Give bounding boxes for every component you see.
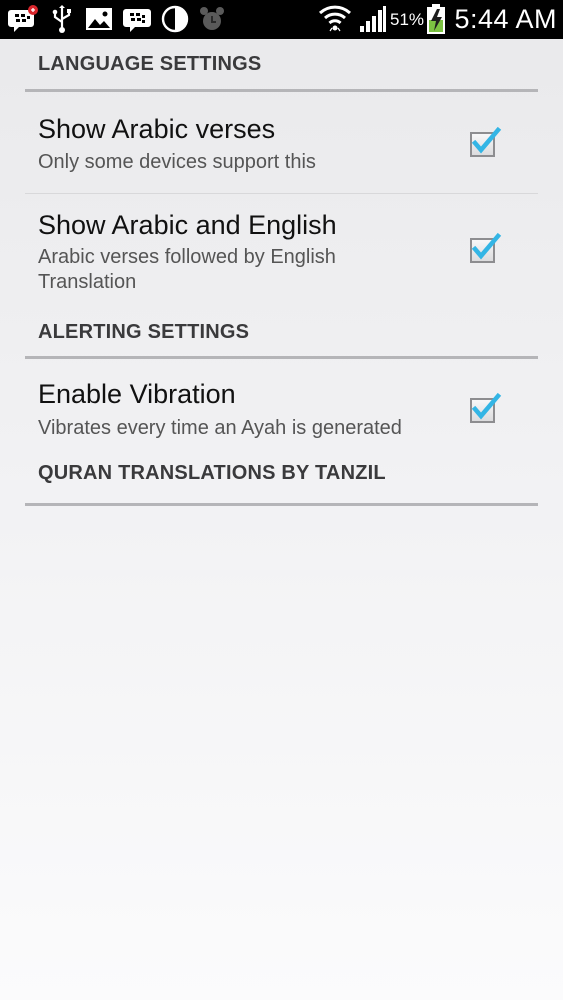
- pref-summary: Vibrates every time an Ayah is generated: [38, 417, 402, 439]
- settings-list: LANGUAGE SETTINGS Show Arabic verses Onl…: [0, 39, 563, 506]
- category-title: ALERTING SETTINGS: [38, 321, 250, 343]
- gallery-icon: [86, 8, 112, 30]
- clock: 5:44 AM: [454, 4, 557, 34]
- show-arabic-checkbox[interactable]: [470, 126, 502, 157]
- pref-summary: Arabic verses followed by English Transl…: [38, 246, 336, 293]
- status-bar: 51% 5:44 AM: [0, 0, 563, 39]
- checkmark-icon: [471, 232, 502, 260]
- show-arabic-english-checkbox[interactable]: [470, 232, 502, 263]
- bbm-icon: [8, 5, 38, 32]
- bbm-chat-icon: [123, 9, 151, 32]
- usb-icon: [52, 5, 71, 33]
- night-mode-icon: [161, 5, 189, 33]
- enable-vibration-checkbox[interactable]: [470, 392, 502, 423]
- pref-title: Enable Vibration: [38, 379, 236, 409]
- checkmark-icon: [471, 392, 502, 420]
- category-header-alerting: ALERTING SETTINGS: [25, 314, 538, 359]
- pref-title: Show Arabic verses: [38, 114, 276, 144]
- pref-show-arabic-verses[interactable]: Show Arabic verses Only some devices sup…: [25, 92, 538, 194]
- pref-title: Show Arabic and English: [38, 210, 337, 240]
- signal-icon: [360, 6, 386, 32]
- wifi-icon: [318, 5, 352, 32]
- category-header-translations[interactable]: QURAN TRANSLATIONS BY TANZIL: [25, 459, 538, 506]
- category-header-language: LANGUAGE SETTINGS: [25, 39, 538, 92]
- battery-percent: 51%: [390, 10, 425, 29]
- pref-show-arabic-english[interactable]: Show Arabic and English Arabic verses fo…: [25, 194, 538, 314]
- battery-charging-icon: [427, 4, 445, 34]
- pref-summary: Only some devices support this: [38, 151, 316, 173]
- alarm-icon: [200, 7, 224, 30]
- category-title: LANGUAGE SETTINGS: [38, 53, 262, 75]
- checkmark-icon: [471, 126, 502, 154]
- category-title: QURAN TRANSLATIONS BY TANZIL: [38, 462, 386, 484]
- pref-enable-vibration[interactable]: Enable Vibration Vibrates every time an …: [25, 359, 538, 459]
